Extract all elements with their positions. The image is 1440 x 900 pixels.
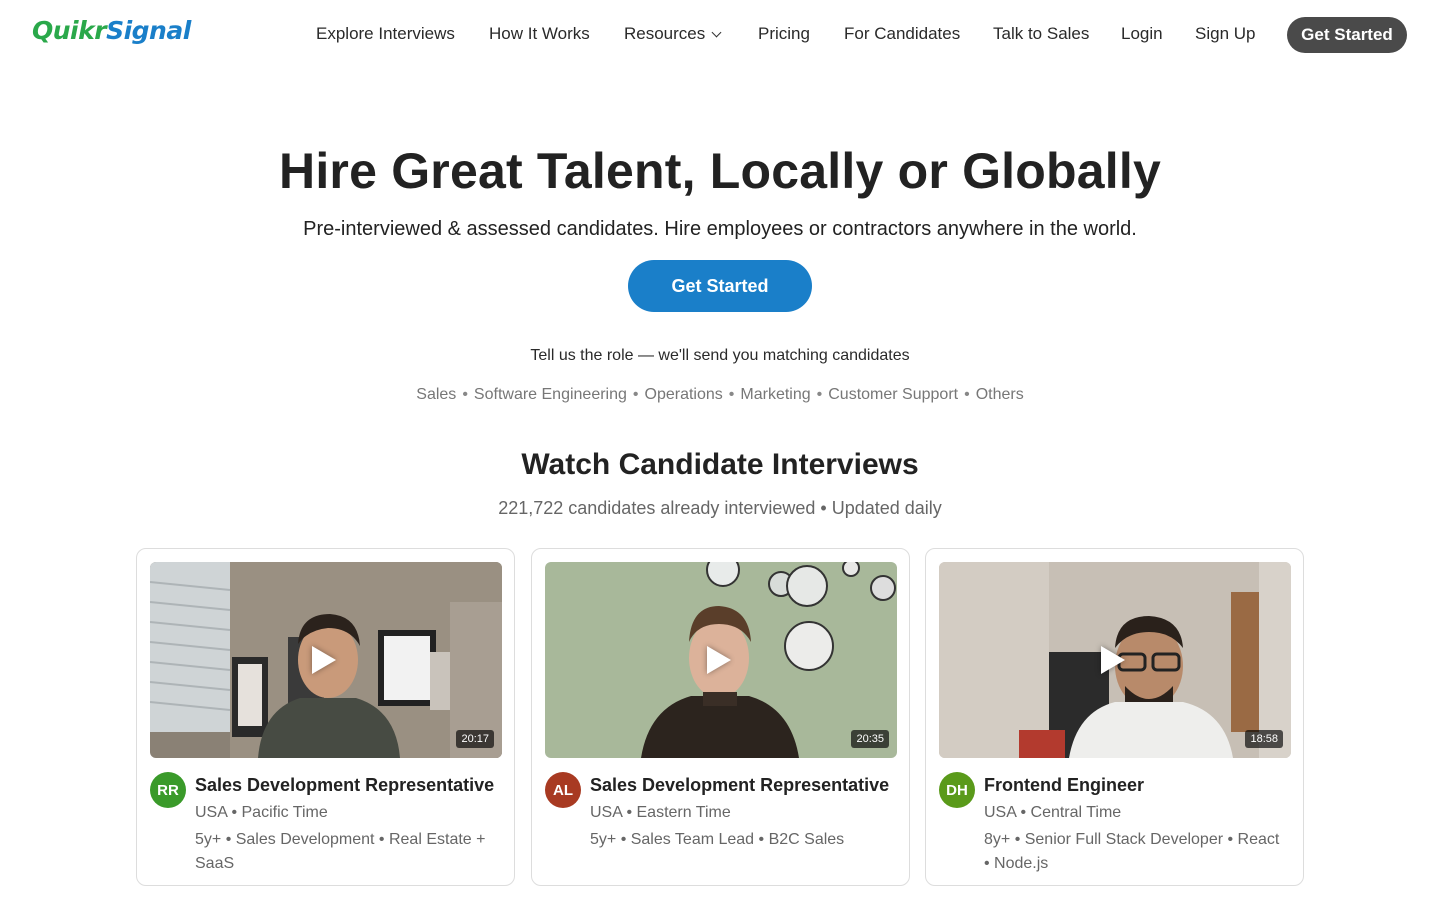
candidate-role-title: Sales Development Representative: [195, 775, 495, 795]
video-duration: 18:58: [1245, 730, 1283, 748]
candidate-tags: 5y+ • Sales Development • Real Estate + …: [195, 831, 486, 872]
nav-login[interactable]: Login: [1121, 24, 1163, 44]
site-header: QuikrSignal Explore Interviews How It Wo…: [0, 0, 1440, 70]
role-link-others[interactable]: Others: [976, 386, 1024, 403]
role-link-software-engineering[interactable]: Software Engineering: [474, 386, 627, 403]
candidate-tags: 8y+ • Senior Full Stack Developer • Reac…: [984, 831, 1280, 872]
candidate-location: USA • Eastern Time: [590, 804, 731, 821]
role-link-customer-support[interactable]: Customer Support: [828, 386, 958, 403]
nav-pricing[interactable]: Pricing: [758, 24, 810, 44]
role-link-operations[interactable]: Operations: [645, 386, 723, 403]
role-link-sales[interactable]: Sales: [416, 386, 456, 403]
interviews-section-title: Watch Candidate Interviews: [521, 448, 919, 481]
hero-subtitle: Pre-interviewed & assessed candidates. H…: [303, 218, 1137, 240]
nav-for-candidates[interactable]: For Candidates: [844, 24, 960, 44]
interviews-section-subtitle: 221,722 candidates already interviewed •…: [498, 498, 942, 518]
nav-sign-up[interactable]: Sign Up: [1195, 24, 1255, 44]
play-icon[interactable]: [707, 646, 731, 674]
video-thumbnail[interactable]: 18:58: [939, 562, 1291, 758]
interview-card[interactable]: 20:35 AL Sales Development Representativ…: [531, 548, 910, 886]
candidate-location: USA • Central Time: [984, 804, 1122, 821]
play-icon[interactable]: [312, 646, 336, 674]
role-links: Sales • Software Engineering • Operations • Ma…: [416, 386, 1024, 403]
candidate-role-title: Frontend Engineer: [984, 775, 1145, 795]
chevron-down-icon: [711, 27, 722, 38]
nav-explore-interviews[interactable]: Explore Interviews: [316, 24, 455, 44]
avatar: RR: [150, 772, 186, 808]
candidate-role-title: Sales Development Representative: [590, 775, 890, 795]
interview-card[interactable]: 18:58 DH Frontend Engineer USA • Central…: [925, 548, 1304, 886]
main-nav: Explore Interviews How It Works Resource…: [0, 0, 1440, 70]
avatar: DH: [939, 772, 975, 808]
interview-card[interactable]: 20:17 RR Sales Development Representativ…: [136, 548, 515, 886]
play-icon[interactable]: [1101, 646, 1125, 674]
nav-resources[interactable]: Resources: [624, 24, 722, 44]
tell-us-text: Tell us the role — we'll send you matchi…: [530, 347, 910, 364]
avatar: AL: [545, 772, 581, 808]
hero-title: Hire Great Talent, Locally or Globally: [279, 143, 1161, 199]
video-thumbnail[interactable]: 20:17: [150, 562, 502, 758]
nav-talk-to-sales[interactable]: Talk to Sales: [993, 24, 1089, 44]
video-duration: 20:17: [456, 730, 494, 748]
header-get-started-button[interactable]: Get Started: [1287, 17, 1407, 53]
hero-get-started-button[interactable]: Get Started: [628, 260, 812, 312]
nav-how-it-works[interactable]: How It Works: [489, 24, 590, 44]
video-thumbnail[interactable]: 20:35: [545, 562, 897, 758]
candidate-tags: 5y+ • Sales Team Lead • B2C Sales: [590, 831, 845, 848]
role-link-marketing[interactable]: Marketing: [740, 386, 810, 403]
candidate-location: USA • Pacific Time: [195, 804, 328, 821]
video-duration: 20:35: [851, 730, 889, 748]
